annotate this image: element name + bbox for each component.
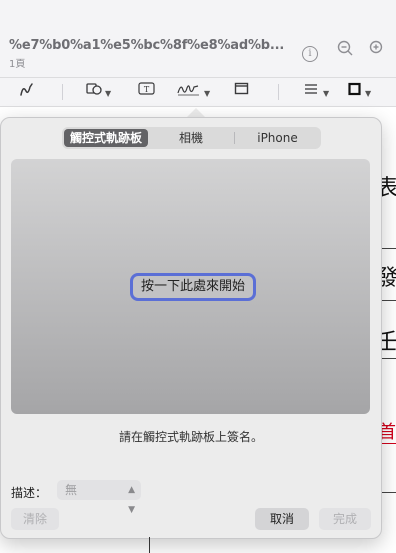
tab-camera[interactable]: 相機 [150,129,232,147]
done-button[interactable]: 完成 [319,508,371,530]
shapes-icon [86,83,102,95]
svg-text:T: T [144,85,150,94]
signature-popover: 觸控式軌跡板 相機 iPhone 按一下此處來開始 請在觸控式軌跡板上簽名。 描… [0,117,382,539]
document-title: %e7%b0%a1%e5%bc%8f%e8%ad%b... [9,38,285,53]
clear-button[interactable]: 清除 [11,508,59,530]
chevron-down-icon: ▼ [204,89,211,98]
chevron-down-icon: ▼ [365,89,372,98]
zoom-out-icon[interactable] [334,40,356,62]
description-value: 無 [65,483,78,497]
cancel-button[interactable]: 取消 [255,508,309,530]
document-rule [149,537,150,553]
text-box-button[interactable]: T [138,82,156,102]
chevron-down-icon: ▼ [105,89,112,98]
toolbar-divider [278,84,279,100]
info-icon[interactable]: i [299,40,321,62]
tab-iphone[interactable]: iPhone [236,129,319,147]
tab-divider [234,132,235,144]
toolbar-divider [62,84,63,100]
page-count: 1頁 [9,59,26,70]
border-color-icon [348,82,361,96]
signature-instruction: 請在觸控式軌跡板上簽名。 [118,430,263,444]
shapes-button[interactable]: ▼ [86,82,111,102]
signature-source-tabs: 觸控式軌跡板 相機 iPhone [62,127,321,149]
click-to-start-button[interactable]: 按一下此處來開始 [130,273,256,301]
pen-icon[interactable] [18,82,36,102]
trackpad-signature-area[interactable]: 按一下此處來開始 [11,159,370,414]
chevron-down-icon: ▼ [323,89,330,98]
border-color-button[interactable]: ▼ [348,82,371,102]
line-style-icon [305,84,317,94]
box-button[interactable] [234,82,250,102]
box-icon [234,82,249,95]
signature-button[interactable]: ▼ [177,82,210,102]
description-select[interactable]: 無 ▲ ▼ [57,480,141,515]
tab-trackpad[interactable]: 觸控式軌跡板 [64,129,148,147]
description-label: 描述： [11,486,48,500]
markup-toolbar: ▼ T ▼ ▼ ▼ [0,78,396,107]
line-style-button[interactable]: ▼ [304,82,329,102]
zoom-in-icon[interactable] [366,40,388,62]
signature-icon [177,85,199,96]
text-box-icon: T [138,82,155,95]
window-titlebar: %e7%b0%a1%e5%bc%8f%e8%ad%b... 1頁 i [0,0,396,78]
up-down-chevron-icon: ▲ ▼ [128,485,135,515]
